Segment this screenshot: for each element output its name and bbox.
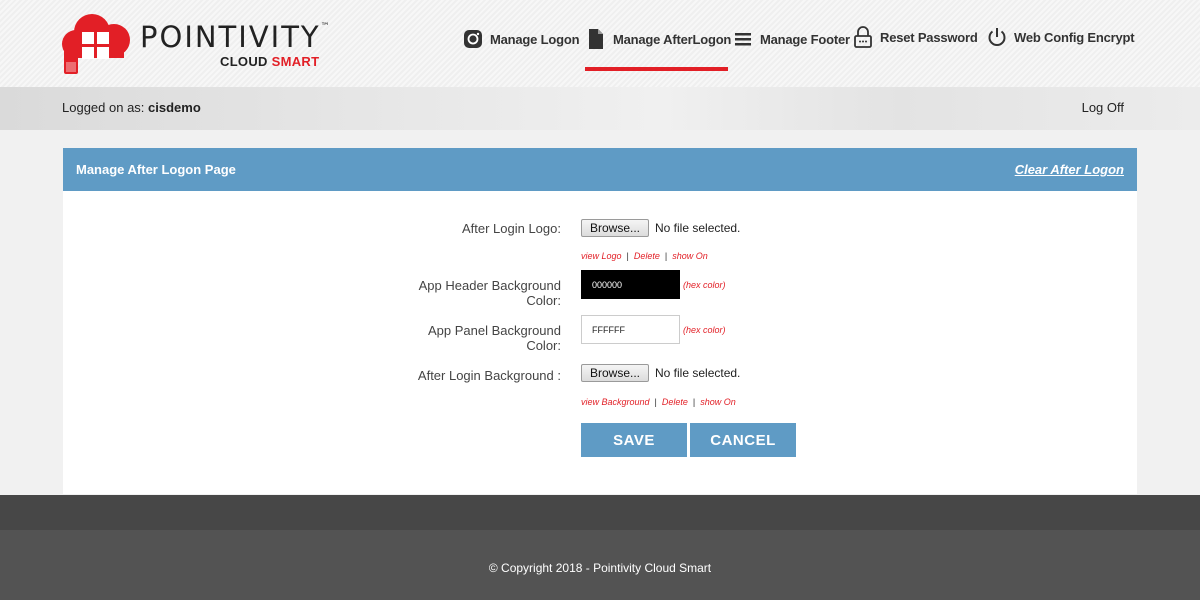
cloud-logo-icon	[62, 14, 130, 74]
panel-bg-color-input[interactable]	[581, 315, 680, 344]
nav-active-indicator	[585, 67, 728, 71]
logged-on-status: Logged on as: cisdemo	[62, 100, 201, 115]
nav-label: Manage AfterLogon	[613, 31, 732, 47]
nav-label: Manage Logon	[490, 31, 580, 47]
username: cisdemo	[148, 100, 201, 115]
delete-background-link[interactable]: Delete	[662, 397, 688, 407]
logo-file-status: No file selected.	[655, 221, 741, 235]
header-bg-hint: (hex color)	[683, 280, 726, 290]
footer: © Copyright 2018 - Pointivity Cloud Smar…	[0, 530, 1200, 600]
logo-actions: view Logo | Delete | show On	[581, 251, 708, 261]
brand-logo[interactable]: POINTIVITY™ CLOUD SMART	[62, 10, 330, 76]
clear-after-logon-link[interactable]: Clear After Logon	[1015, 162, 1124, 177]
nav-label: Reset Password	[880, 29, 978, 45]
brand-name: POINTIVITY™	[140, 20, 330, 54]
lock-icon	[852, 26, 874, 48]
header-bg-color-label: App Header Background Color:	[418, 278, 561, 308]
power-icon	[986, 26, 1008, 48]
background-file-status: No file selected.	[655, 366, 741, 380]
show-on-background-link[interactable]: show On	[700, 397, 736, 407]
header-bg-color-input[interactable]	[581, 270, 680, 299]
nav-item-reset-password[interactable]: Reset Password	[852, 22, 978, 52]
panel-title: Manage After Logon Page	[76, 162, 236, 177]
app-header: POINTIVITY™ CLOUD SMART Manage Logon Man…	[0, 0, 1200, 87]
user-bar: Logged on as: cisdemo Log Off	[0, 87, 1200, 130]
delete-logo-link[interactable]: Delete	[634, 251, 660, 261]
background-browse-button[interactable]: Browse...	[581, 364, 650, 382]
cancel-button[interactable]: CANCEL	[690, 423, 796, 457]
nav-label: Web Config Encrypt	[1014, 29, 1135, 45]
nav-item-web-config-encrypt[interactable]: Web Config Encrypt	[986, 22, 1135, 52]
footer-band	[0, 495, 1200, 530]
menu-icon	[732, 28, 754, 50]
document-icon	[585, 28, 607, 50]
nav-item-manage-footer[interactable]: Manage Footer	[732, 24, 850, 54]
show-on-logo-link[interactable]: show On	[672, 251, 708, 261]
panel-bg-color-label: App Panel Background Color:	[428, 323, 561, 353]
after-login-logo-label: After Login Logo:	[461, 221, 561, 236]
view-background-link[interactable]: view Background	[581, 397, 650, 407]
background-actions: view Background | Delete | show On	[581, 397, 736, 407]
view-logo-link[interactable]: view Logo	[581, 251, 622, 261]
panel-bg-hint: (hex color)	[683, 325, 726, 335]
camera-icon	[462, 28, 484, 50]
brand-tagline: CLOUD SMART	[220, 54, 320, 69]
nav-item-manage-afterlogon[interactable]: Manage AfterLogon	[585, 24, 731, 54]
panel-body: After Login Logo: Browse... No file sele…	[63, 191, 1137, 494]
log-off-link[interactable]: Log Off	[1082, 100, 1124, 115]
nav-label: Manage Footer	[760, 31, 850, 47]
logo-browse-button[interactable]: Browse...	[581, 219, 650, 237]
save-button[interactable]: SAVE	[581, 423, 687, 457]
nav-item-manage-logon[interactable]: Manage Logon	[462, 24, 580, 54]
panel-header: Manage After Logon Page Clear After Logo…	[63, 148, 1137, 191]
copyright-text: © Copyright 2018 - Pointivity Cloud Smar…	[488, 561, 712, 575]
after-login-background-label: After Login Background :	[417, 368, 561, 383]
